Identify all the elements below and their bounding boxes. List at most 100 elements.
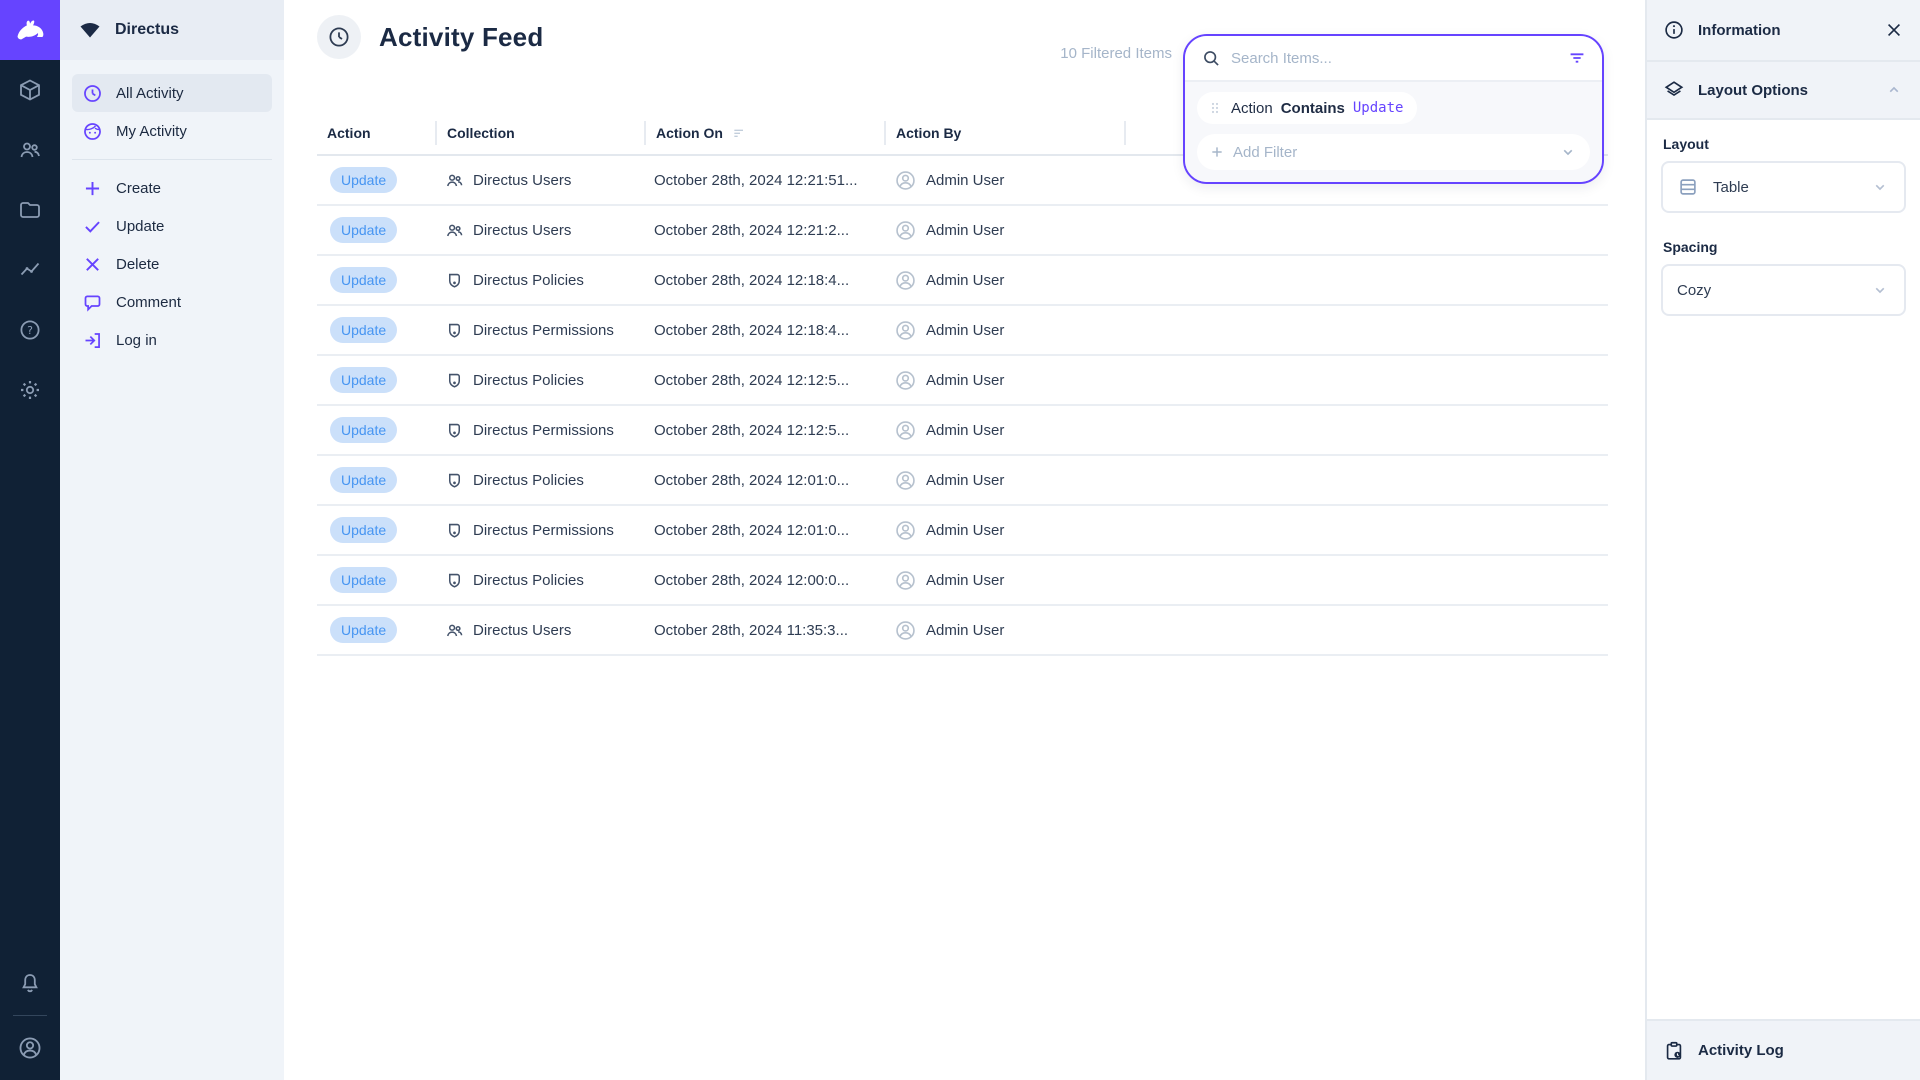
- collection-name: Directus Permissions: [473, 322, 614, 339]
- table-row[interactable]: Update Directus Permissions October 28th…: [317, 506, 1608, 556]
- filtered-items-count: 10 Filtered Items: [1060, 45, 1172, 62]
- user-avatar-icon: [894, 369, 917, 392]
- user-avatar-icon: [894, 269, 917, 292]
- action-on-value: October 28th, 2024 12:21:51...: [654, 172, 857, 189]
- users-collection-icon: [445, 171, 464, 190]
- collection-name: Directus Users: [473, 222, 571, 239]
- user-avatar-icon: [894, 619, 917, 642]
- policy-collection-icon: [445, 421, 464, 440]
- table-row[interactable]: Update Directus Users October 28th, 2024…: [317, 206, 1608, 256]
- nav-item-login[interactable]: Log in: [72, 321, 272, 359]
- filter-operator[interactable]: Contains: [1281, 100, 1345, 117]
- drag-handle-icon[interactable]: [1207, 99, 1223, 117]
- nav-item-my-activity[interactable]: My Activity: [72, 112, 272, 150]
- collection-name: Directus Permissions: [473, 422, 614, 439]
- main-content: Activity Feed 10 Filtered Items Action C…: [284, 0, 1645, 1080]
- spacing-select[interactable]: Cozy: [1661, 264, 1906, 316]
- page-icon-button[interactable]: [317, 15, 361, 59]
- module-files-button[interactable]: [0, 180, 60, 240]
- settings-gear-icon: [18, 378, 42, 402]
- plus-icon: [82, 178, 103, 199]
- module-users-button[interactable]: [0, 120, 60, 180]
- search-input[interactable]: [1231, 50, 1556, 67]
- action-badge: Update: [330, 317, 397, 343]
- filter-value[interactable]: Update: [1353, 100, 1404, 116]
- chevron-down-icon: [1558, 142, 1578, 162]
- search-icon: [1201, 48, 1221, 68]
- nav-item-update[interactable]: Update: [72, 207, 272, 245]
- users-collection-icon: [445, 621, 464, 640]
- nav-sidebar: Directus All Activity My Activity Create: [60, 0, 284, 1080]
- project-name: Directus: [115, 21, 179, 39]
- table-row[interactable]: Update Directus Policies October 28th, 2…: [317, 256, 1608, 306]
- sidebar-header: Information: [1647, 0, 1920, 60]
- nav-item-comment[interactable]: Comment: [72, 283, 272, 321]
- add-filter-chevron[interactable]: [1558, 142, 1578, 162]
- layout-select-value: Table: [1713, 179, 1856, 196]
- table-row[interactable]: Update Directus Users October 28th, 2024…: [317, 606, 1608, 656]
- nav-item-delete[interactable]: Delete: [72, 245, 272, 283]
- module-bar-divider: [13, 1015, 47, 1016]
- nav-item-label: Create: [116, 180, 161, 197]
- column-header-action-on[interactable]: Action On: [644, 121, 884, 145]
- table-row[interactable]: Update Directus Permissions October 28th…: [317, 406, 1608, 456]
- module-docs-button[interactable]: ?: [0, 300, 60, 360]
- filter-list-icon: [1566, 47, 1588, 69]
- directus-rabbit-icon: [11, 16, 49, 44]
- column-label: Collection: [447, 125, 515, 141]
- users-icon: [18, 138, 42, 162]
- action-badge: Update: [330, 367, 397, 393]
- spacing-select-value: Cozy: [1677, 282, 1856, 299]
- action-on-value: October 28th, 2024 12:12:5...: [654, 372, 849, 389]
- add-filter-button[interactable]: Add Filter: [1197, 134, 1590, 170]
- nav-item-all-activity[interactable]: All Activity: [72, 74, 272, 112]
- action-by-value: Admin User: [926, 222, 1004, 239]
- column-label: Action: [327, 125, 371, 141]
- directus-logo-button[interactable]: [0, 0, 60, 60]
- notifications-button[interactable]: [0, 957, 60, 1009]
- folder-icon: [18, 198, 42, 222]
- layout-options-section-header[interactable]: Layout Options: [1647, 60, 1920, 118]
- module-content-button[interactable]: [0, 60, 60, 120]
- action-by-value: Admin User: [926, 172, 1004, 189]
- sidebar-close-button[interactable]: [1884, 20, 1904, 40]
- account-button[interactable]: [0, 1022, 60, 1074]
- action-badge: Update: [330, 617, 397, 643]
- action-on-value: October 28th, 2024 12:18:4...: [654, 322, 849, 339]
- nav-item-label: Delete: [116, 256, 159, 273]
- layout-options-label: Layout Options: [1698, 82, 1871, 99]
- filter-field[interactable]: Action: [1231, 100, 1273, 117]
- module-settings-button[interactable]: [0, 360, 60, 420]
- login-icon: [82, 330, 103, 351]
- chevron-up-icon[interactable]: [1884, 80, 1904, 100]
- action-on-value: October 28th, 2024 12:18:4...: [654, 272, 849, 289]
- action-on-value: October 28th, 2024 12:00:0...: [654, 572, 849, 589]
- filter-toggle-button[interactable]: [1566, 47, 1588, 69]
- table-row[interactable]: Update Directus Policies October 28th, 2…: [317, 456, 1608, 506]
- table-row[interactable]: Update Directus Permissions October 28th…: [317, 306, 1608, 356]
- action-on-value: October 28th, 2024 12:12:5...: [654, 422, 849, 439]
- table-row[interactable]: Update Directus Policies October 28th, 2…: [317, 556, 1608, 606]
- layout-select[interactable]: Table: [1661, 161, 1906, 213]
- action-badge: Update: [330, 167, 397, 193]
- layout-options-content: Layout Table Spacing Cozy: [1647, 118, 1920, 1019]
- action-by-value: Admin User: [926, 622, 1004, 639]
- activity-log-button[interactable]: Activity Log: [1647, 1019, 1920, 1080]
- users-collection-icon: [445, 221, 464, 240]
- nav-item-create[interactable]: Create: [72, 169, 272, 207]
- filter-rule-chip[interactable]: Action Contains Update: [1197, 92, 1417, 124]
- clock-icon: [82, 83, 103, 104]
- right-sidebar: Information Layout Options Layout Table: [1645, 0, 1920, 1080]
- search-filter-panel: Action Contains Update Add Filter: [1183, 34, 1604, 184]
- column-header-action[interactable]: Action: [317, 121, 435, 145]
- activity-log-clipboard-icon: [1663, 1040, 1685, 1062]
- project-switcher[interactable]: Directus: [60, 0, 284, 60]
- column-header-action-by[interactable]: Action By: [884, 121, 1124, 145]
- action-by-value: Admin User: [926, 322, 1004, 339]
- search-bar[interactable]: [1185, 36, 1602, 80]
- table-row[interactable]: Update Directus Policies October 28th, 2…: [317, 356, 1608, 406]
- action-on-value: October 28th, 2024 12:21:2...: [654, 222, 849, 239]
- column-header-collection[interactable]: Collection: [435, 121, 644, 145]
- comment-icon: [82, 292, 103, 313]
- module-insights-button[interactable]: [0, 240, 60, 300]
